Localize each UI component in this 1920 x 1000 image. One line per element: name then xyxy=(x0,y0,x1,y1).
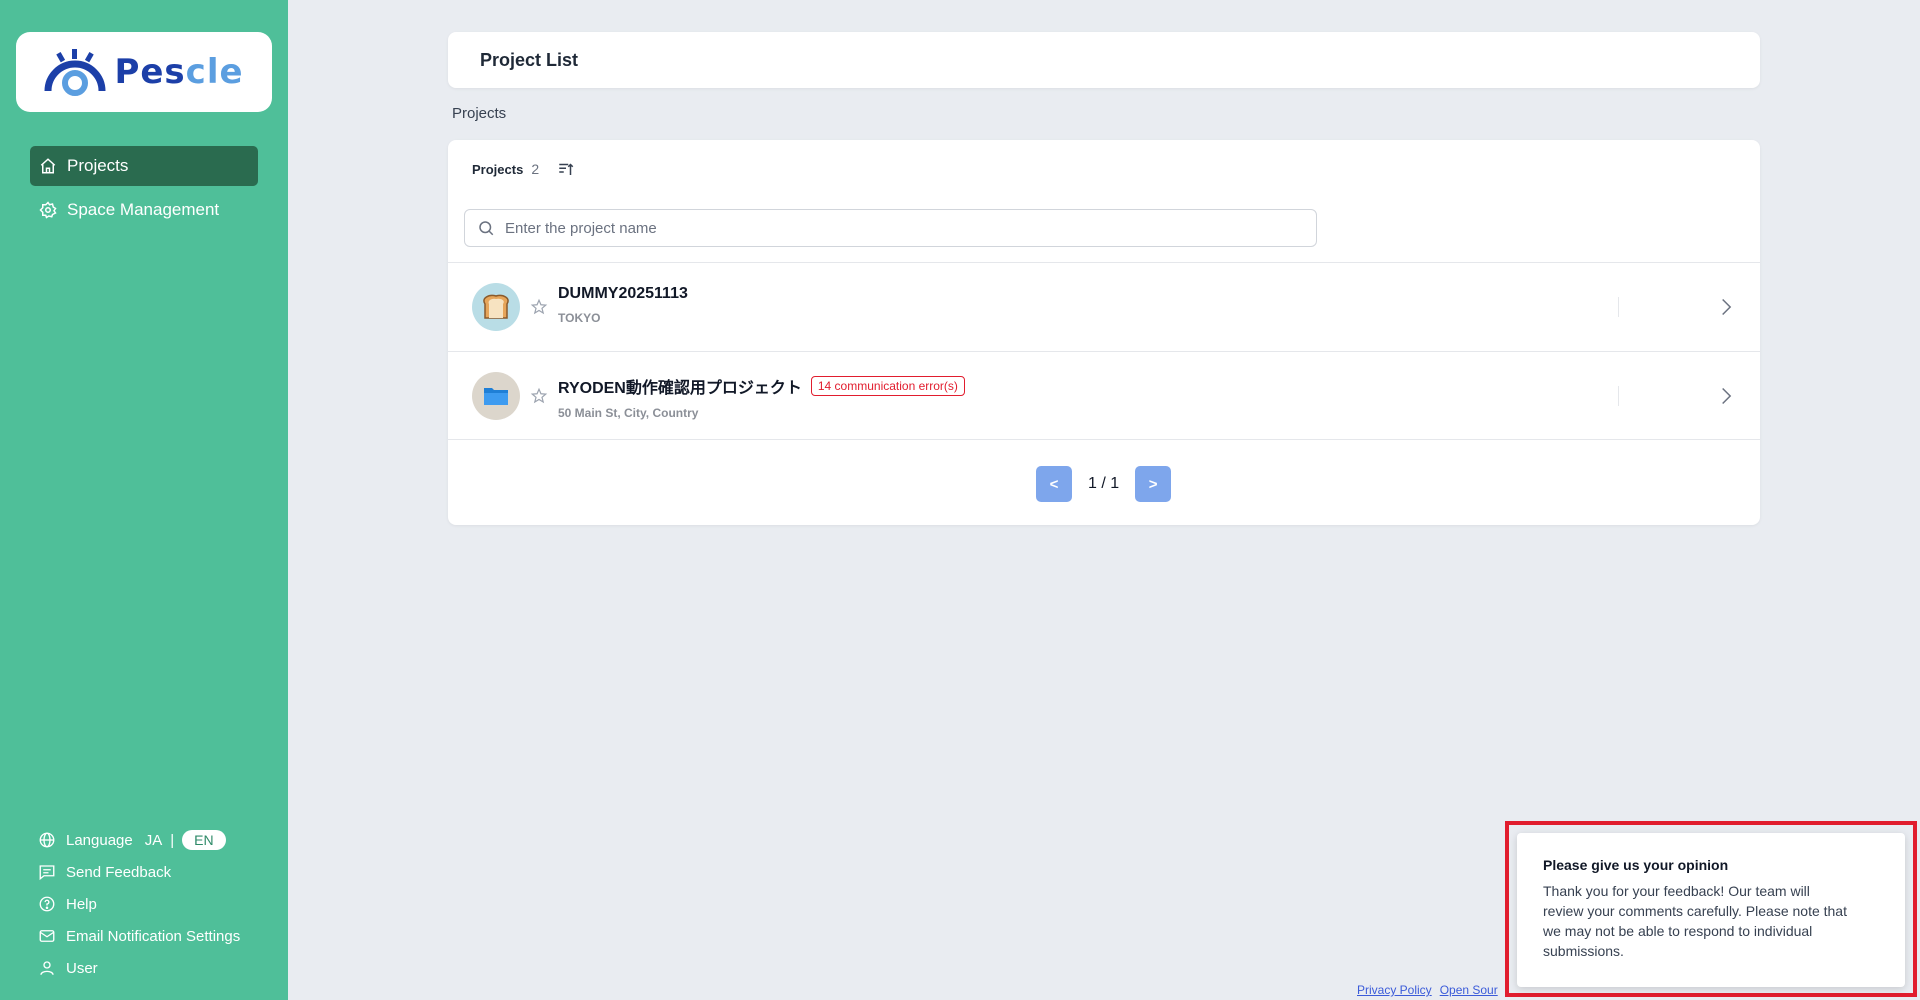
sidebar-item-space-management[interactable]: Space Management xyxy=(30,190,258,230)
home-icon xyxy=(40,158,56,174)
help-label: Help xyxy=(66,895,97,913)
pescle-eye-logo-icon xyxy=(44,49,106,96)
footer-links: Privacy Policy Open Sour xyxy=(1357,983,1506,997)
project-name-text: DUMMY20251113 xyxy=(558,285,688,302)
sidebar-item-projects[interactable]: Projects xyxy=(30,146,258,186)
user-link[interactable]: User xyxy=(38,952,278,984)
page-title: Project List xyxy=(480,49,579,70)
project-location: TOKYO xyxy=(558,311,601,325)
list-header: Projects 2 xyxy=(472,160,575,178)
feedback-body: Thank you for your feedback! Our team wi… xyxy=(1543,883,1847,959)
search-box xyxy=(464,209,1317,247)
help-link[interactable]: Help xyxy=(38,888,278,920)
row-divider xyxy=(1618,297,1619,317)
logo[interactable]: Pescle xyxy=(16,32,272,112)
project-name-text: RYODEN動作確認用プロジェクト xyxy=(558,380,802,397)
open-source-link[interactable]: Open Sour xyxy=(1440,983,1498,997)
sidebar-item-label: Projects xyxy=(67,156,129,175)
sidebar-bottom: Language JA | EN Send Feedback Help Emai… xyxy=(38,824,278,984)
logo-text: Pescle xyxy=(114,52,244,92)
project-row[interactable]: RYODEN動作確認用プロジェクト 14 communication error… xyxy=(448,351,1760,440)
next-page-button[interactable]: > xyxy=(1135,466,1172,502)
row-divider xyxy=(1618,386,1619,406)
language-separator: | xyxy=(170,831,175,849)
sidebar: Pescle Projects Space Management Languag… xyxy=(0,0,288,1000)
email-settings-label: Email Notification Settings xyxy=(66,927,241,945)
user-icon xyxy=(40,961,54,975)
globe-icon xyxy=(39,832,55,848)
project-name: RYODEN動作確認用プロジェクト 14 communication error… xyxy=(558,374,965,398)
chevron-right-icon xyxy=(1722,298,1732,316)
project-info: DUMMY20251113 TOKYO xyxy=(558,285,688,325)
project-list-card: Projects 2 DUMMY20251113 TOKYO RYODEN動作確… xyxy=(448,140,1760,525)
language-ja-option[interactable]: JA xyxy=(145,832,163,849)
send-feedback-link[interactable]: Send Feedback xyxy=(38,856,278,888)
privacy-policy-link[interactable]: Privacy Policy xyxy=(1357,983,1432,997)
prev-page-button[interactable]: < xyxy=(1036,466,1072,502)
send-feedback-label: Send Feedback xyxy=(66,863,172,881)
section-label: Projects xyxy=(452,105,507,122)
sidebar-nav: Projects Space Management xyxy=(30,146,258,234)
page-header: Project List xyxy=(448,32,1760,88)
project-location: 50 Main St, City, Country xyxy=(558,406,699,420)
chat-icon xyxy=(39,865,55,881)
search-icon xyxy=(479,221,494,236)
sort-icon[interactable] xyxy=(557,160,575,178)
help-circle-icon xyxy=(39,896,55,912)
page-indicator: 1 / 1 xyxy=(1088,475,1120,492)
user-label: User xyxy=(66,959,98,977)
favorite-star-icon[interactable] xyxy=(530,298,548,316)
gear-icon xyxy=(39,201,57,219)
list-label: Projects xyxy=(472,161,524,177)
language-en-option[interactable]: EN xyxy=(182,830,226,850)
feedback-highlight-frame: Please give us your opinion Thank you fo… xyxy=(1505,821,1917,997)
project-info: RYODEN動作確認用プロジェクト 14 communication error… xyxy=(558,374,965,420)
project-name: DUMMY20251113 xyxy=(558,285,688,303)
project-row[interactable]: DUMMY20251113 TOKYO xyxy=(448,262,1760,351)
chevron-right-icon xyxy=(1722,387,1732,405)
language-label: Language xyxy=(66,831,133,849)
search-input[interactable] xyxy=(505,219,1285,237)
bread-icon xyxy=(472,283,520,331)
sidebar-item-label: Space Management xyxy=(67,200,220,219)
pagination: < 1 / 1 > xyxy=(1036,466,1172,502)
language-selector: Language JA | EN xyxy=(38,824,278,856)
feedback-popup: Please give us your opinion Thank you fo… xyxy=(1517,833,1905,987)
folder-icon xyxy=(472,371,520,420)
project-count: 2 xyxy=(531,161,540,177)
email-notification-settings-link[interactable]: Email Notification Settings xyxy=(38,920,278,952)
feedback-title: Please give us your opinion xyxy=(1543,857,1729,873)
error-badge: 14 communication error(s) xyxy=(810,376,965,396)
favorite-star-icon[interactable] xyxy=(530,387,548,405)
mail-icon xyxy=(39,930,55,942)
